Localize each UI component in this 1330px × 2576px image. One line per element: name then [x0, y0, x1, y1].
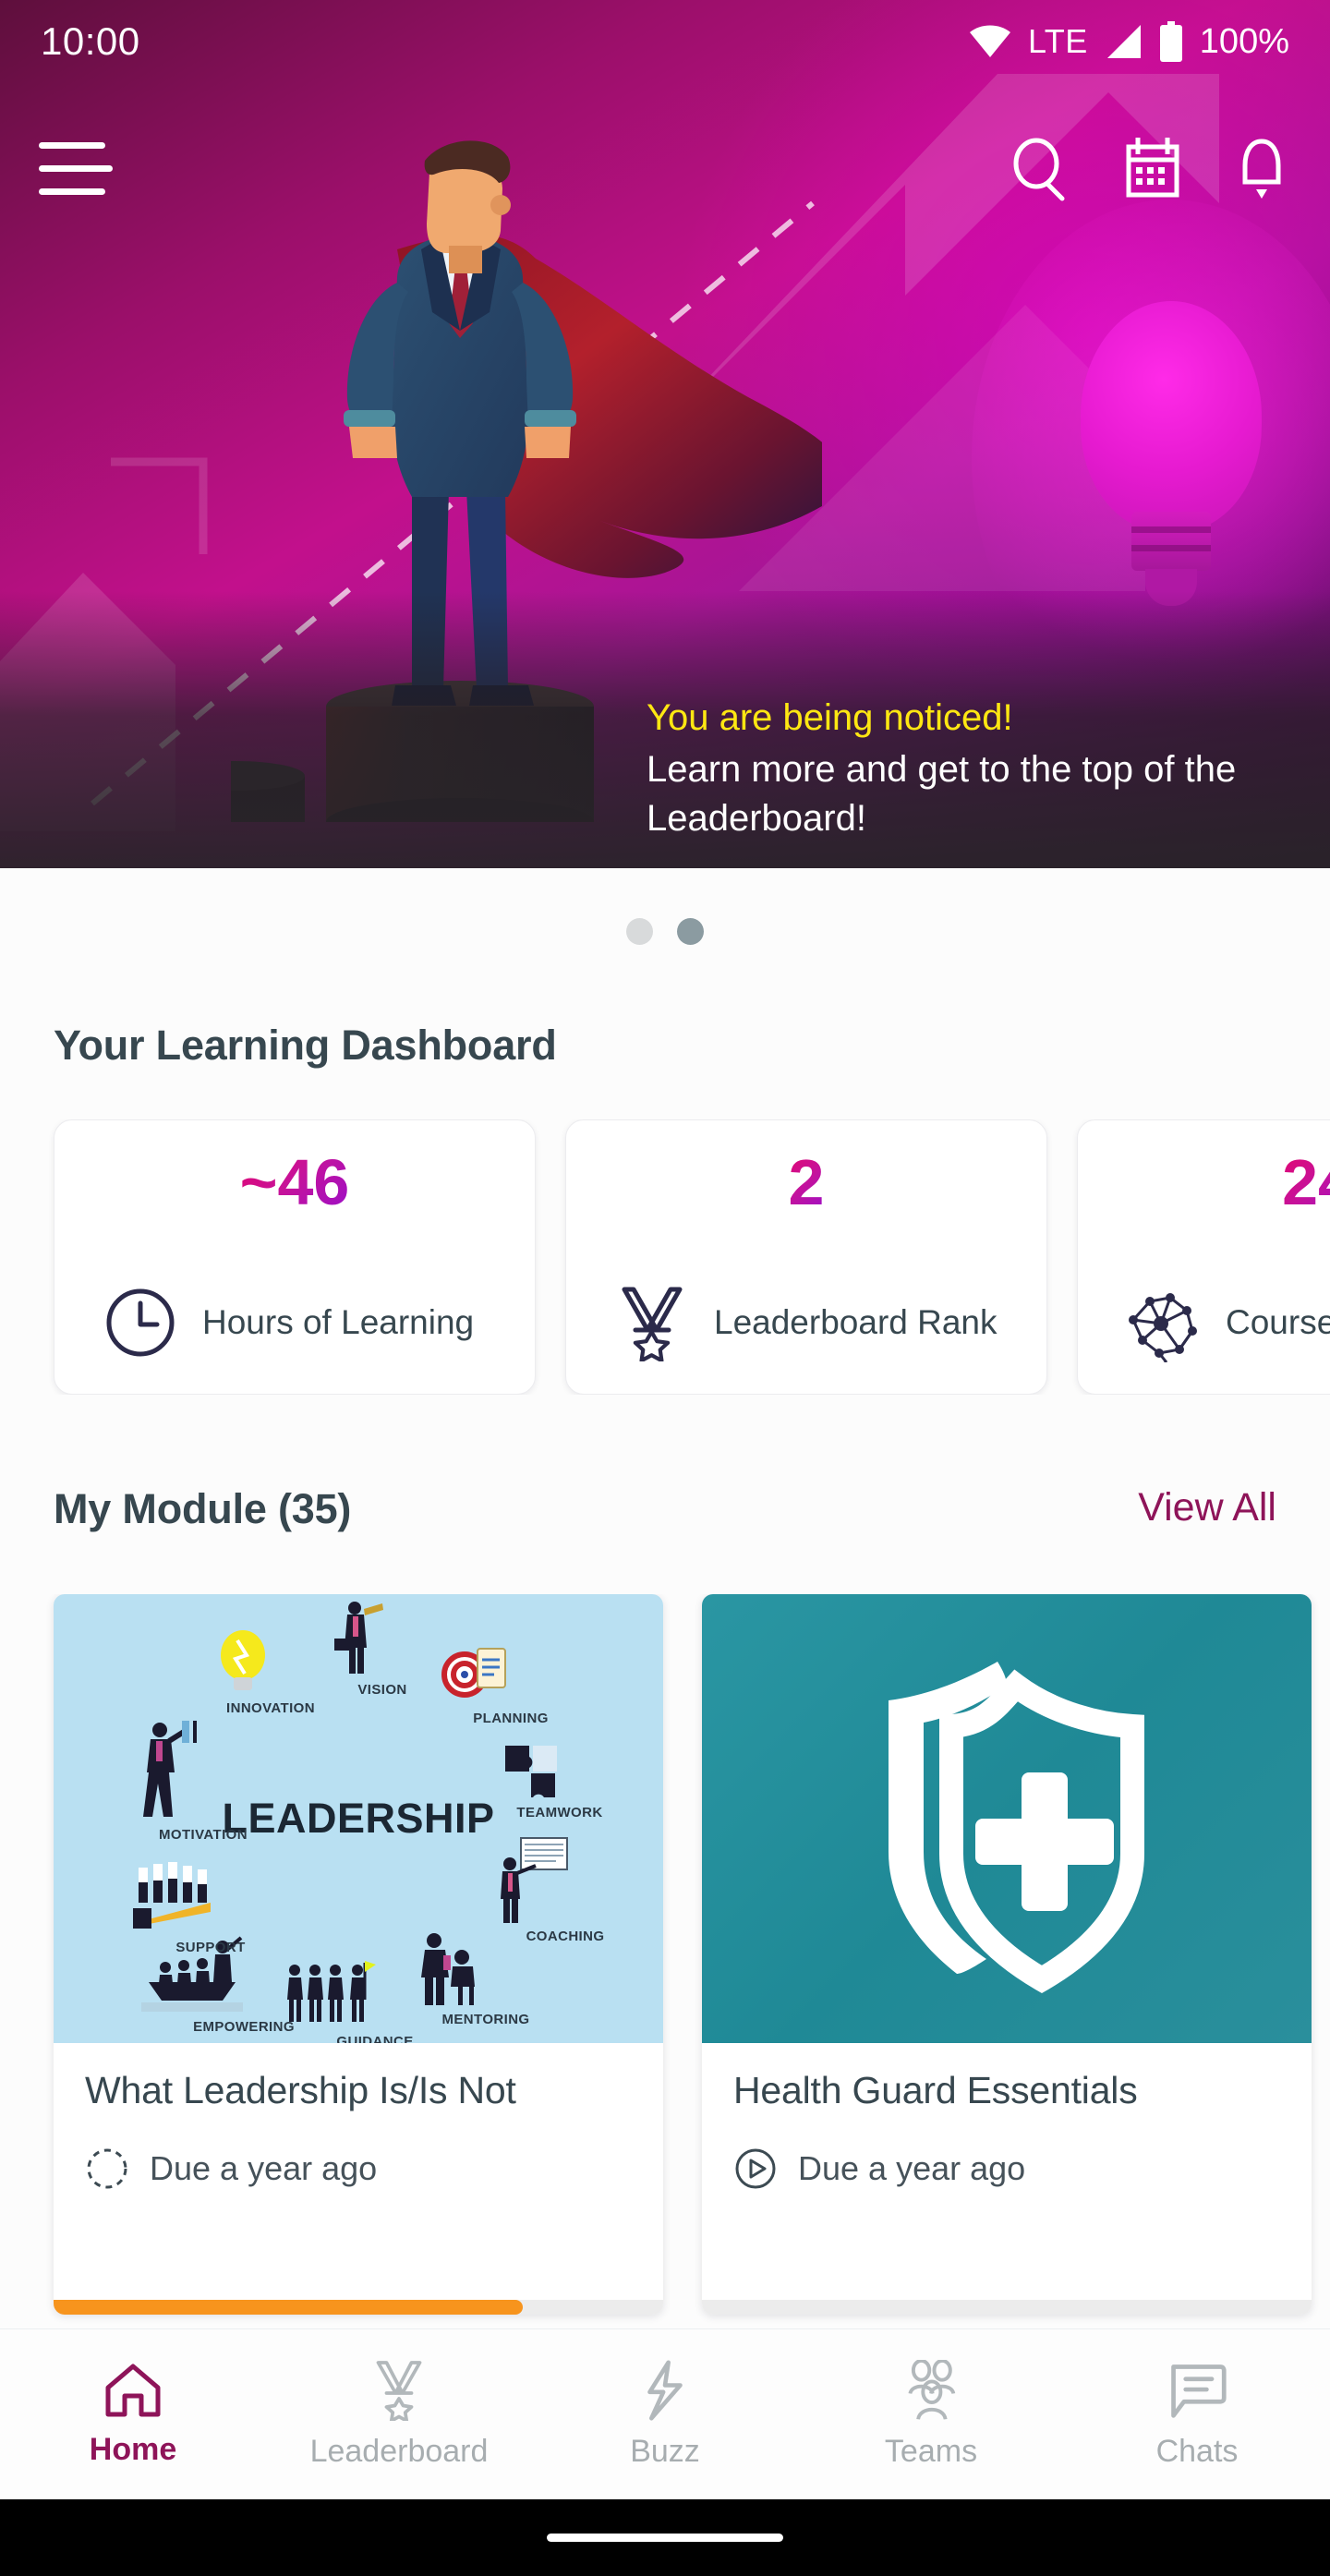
nav-item-chats[interactable]: Chats [1064, 2360, 1330, 2470]
medal-icon [612, 1283, 692, 1362]
coaching-figure-icon [501, 1837, 568, 1923]
search-icon[interactable] [1007, 136, 1073, 202]
teamwork-puzzle-icon [505, 1746, 557, 1797]
infographic-label: EMPOWERING [193, 2019, 295, 2035]
view-all-link[interactable]: View All [1138, 1485, 1276, 1530]
clock-icon [101, 1283, 180, 1362]
module-thumbnail-leadership: LEADERSHIP INNOVATION VISION PLANNING TE… [54, 1594, 663, 2043]
nav-item-home[interactable]: Home [0, 2362, 266, 2468]
stat-card-rank[interactable]: 2 Leaderboard Rank [565, 1119, 1047, 1395]
stat-card-courses[interactable]: 24 Courses Enrolled [1077, 1119, 1330, 1395]
system-gesture-bar [0, 2499, 1330, 2576]
stat-label: Leaderboard Rank [714, 1303, 998, 1342]
wifi-icon [969, 25, 1010, 57]
nav-item-buzz[interactable]: Buzz [532, 2359, 798, 2470]
home-icon [105, 2364, 161, 2416]
module-progress-bar [702, 2300, 1312, 2315]
chat-bubble-icon [1171, 2364, 1227, 2418]
nav-item-leaderboard[interactable]: Leaderboard [266, 2360, 532, 2470]
hamburger-menu-icon[interactable] [39, 131, 113, 207]
signal-icon [1106, 25, 1141, 58]
module-card-leadership[interactable]: LEADERSHIP INNOVATION VISION PLANNING TE… [54, 1594, 663, 2315]
module-due-text: Due a year ago [798, 2148, 1026, 2187]
network-type-label: LTE [1027, 22, 1088, 60]
hero-subline: Learn more and get to the top of the Lea… [647, 748, 1237, 839]
medal-icon [376, 2360, 422, 2421]
module-carousel[interactable]: LEADERSHIP INNOVATION VISION PLANNING TE… [0, 1594, 1330, 2324]
module-progress-bar [54, 2300, 663, 2315]
module-thumbnail-health-guard [702, 1594, 1312, 2043]
section-title-my-module: My Module (35) [54, 1485, 352, 1532]
nav-label: Chats [1155, 2433, 1239, 2469]
guidance-figures-icon [287, 1961, 376, 2022]
stat-value: 2 [788, 1146, 825, 1218]
status-time: 10:00 [41, 19, 140, 63]
support-figures-icon [133, 1862, 211, 1929]
stat-value: ~46 [239, 1146, 350, 1218]
module-due-text: Due a year ago [150, 2148, 378, 2187]
nav-item-teams[interactable]: Teams [798, 2359, 1064, 2470]
people-group-icon [908, 2359, 956, 2420]
infographic-label: TEAMWORK [516, 1805, 603, 1820]
bottom-navigation: Home Leaderboard Buzz Teams Chats [0, 2328, 1330, 2499]
motivation-figure-icon [143, 1721, 197, 1817]
notification-bell-icon[interactable] [1232, 136, 1291, 202]
status-bar: 10:00 LTE 100% [0, 0, 1330, 83]
lightning-bolt-icon [647, 2359, 683, 2421]
page-title-dashboard: Your Learning Dashboard [54, 1022, 557, 1069]
hero-headline: You are being noticed! [647, 697, 1013, 738]
infographic-label: GUIDANCE [336, 2034, 414, 2043]
stats-carousel[interactable]: ~46 Hours of Learning 2 Leaderboard Rank… [0, 1119, 1330, 1395]
hero-text-block: You are being noticed! Learn more and ge… [647, 697, 1293, 842]
app-bar [0, 115, 1330, 222]
infographic-label: MENTORING [441, 2012, 530, 2027]
play-circle-icon [735, 2148, 776, 2189]
calendar-icon[interactable] [1119, 136, 1186, 202]
infographic-label: SUPPORT [175, 1940, 246, 1955]
stat-card-hours[interactable]: ~46 Hours of Learning [54, 1119, 536, 1395]
stat-label: Hours of Learning [202, 1303, 475, 1342]
innovation-bulb-icon [221, 1630, 265, 1690]
battery-icon [1159, 21, 1182, 62]
carousel-dots[interactable] [0, 918, 1330, 945]
planning-target-icon [441, 1648, 506, 1698]
nav-label: Buzz [630, 2433, 700, 2469]
stat-value: 24 [1282, 1150, 1330, 1215]
dashed-circle-icon [87, 2148, 127, 2189]
infographic-label: MOTIVATION [159, 1827, 248, 1843]
leadership-center-word: LEADERSHIP [222, 1795, 495, 1842]
module-card-health-guard[interactable]: Health Guard Essentials Due a year ago [702, 1594, 1312, 2315]
carousel-dot-2[interactable] [677, 918, 704, 945]
module-title: Health Guard Essentials [733, 2069, 1138, 2111]
mentoring-figure-icon [421, 1933, 475, 2005]
shield-cross-logo [889, 1662, 1144, 1994]
carousel-dot-1[interactable] [626, 918, 653, 945]
module-title: What Leadership Is/Is Not [85, 2069, 516, 2111]
stat-label: Courses Enrolled [1226, 1303, 1330, 1342]
network-nodes-icon [1124, 1283, 1203, 1362]
gesture-pill [547, 2534, 783, 2542]
infographic-label: COACHING [526, 1929, 605, 1944]
infographic-label: VISION [357, 1682, 407, 1698]
vision-figure-icon [334, 1602, 383, 1674]
nav-label: Teams [884, 2433, 978, 2469]
battery-percent-label: 100% [1199, 21, 1289, 61]
infographic-label: INNOVATION [226, 1700, 315, 1716]
nav-label: Leaderboard [309, 2433, 489, 2469]
infographic-label: PLANNING [473, 1711, 549, 1726]
nav-label: Home [89, 2431, 177, 2467]
